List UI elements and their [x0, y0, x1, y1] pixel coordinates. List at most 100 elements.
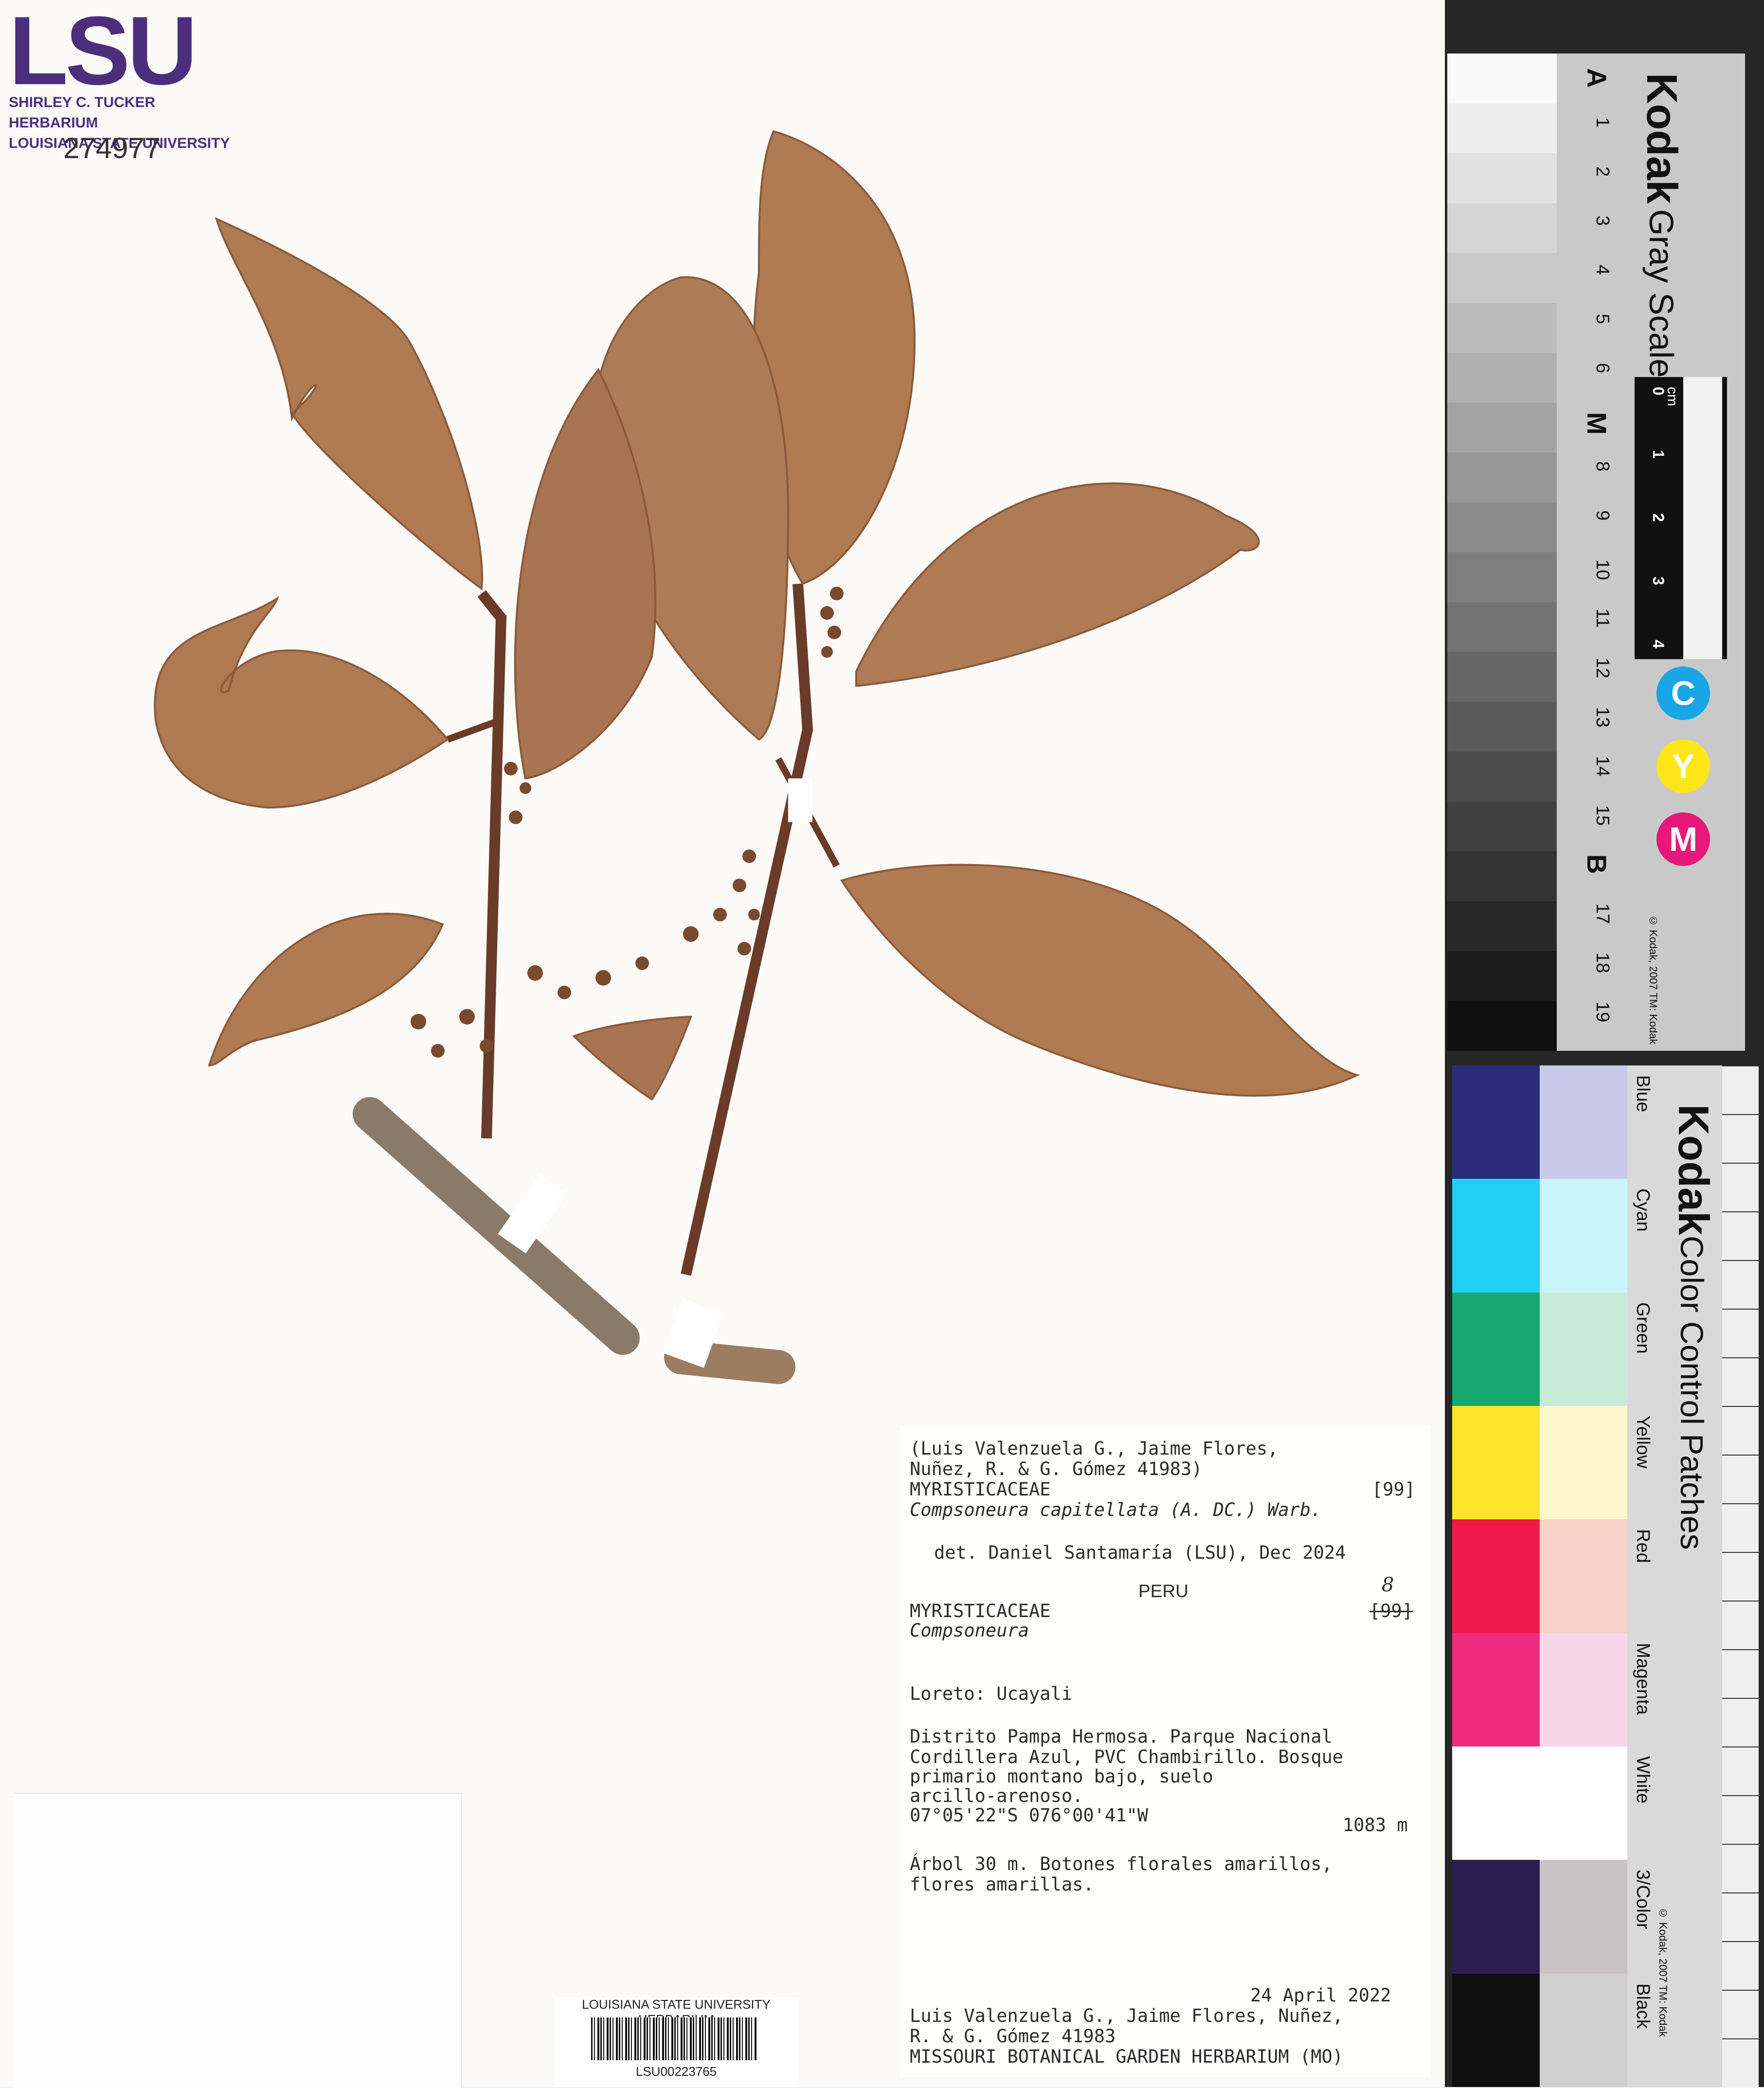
color-patch-label: Magenta	[1633, 1642, 1653, 1715]
cmy-targets: CYM	[1656, 666, 1715, 900]
color-patch-dark	[1452, 1519, 1540, 1633]
gray-step-label: 3	[1592, 216, 1613, 226]
ruler-tick-label: 0	[1650, 387, 1667, 396]
color-patches	[1452, 1065, 1627, 2087]
color-card-ruler	[1722, 1065, 1759, 2087]
gray-step	[1447, 652, 1557, 702]
family-code: [99]	[1369, 1601, 1413, 1621]
fragment-packet	[14, 1793, 462, 2088]
locality-line-1: Distrito Pampa Hermosa. Parque Nacional	[910, 1726, 1332, 1747]
elevation: 1083 m	[1343, 1815, 1408, 1836]
source-herbarium: MISSOURI BOTANICAL GARDEN HERBARIUM (MO)	[910, 2046, 1344, 2067]
color-patch-dark	[1452, 1860, 1540, 1974]
color-card-brand: Kodak	[1670, 1104, 1718, 1235]
color-card-title: Color Control Patches	[1674, 1236, 1710, 1550]
cmy-target-c: C	[1656, 666, 1710, 720]
color-patch-light	[1540, 1519, 1627, 1633]
gray-step	[1447, 502, 1557, 552]
gray-step-label: M	[1582, 412, 1612, 435]
gray-step	[1447, 402, 1557, 452]
gray-step-label: 9	[1592, 510, 1613, 521]
gray-step	[1447, 951, 1557, 1001]
annotation-family-code: [99]	[1372, 1479, 1416, 1500]
family-code-annotation: 8	[1382, 1574, 1394, 1596]
annotation-collectors-line-2: Nuñez, R. & G. Gómez 41983)	[910, 1458, 1203, 1479]
gray-scale-steps	[1447, 54, 1557, 1051]
color-patch-dark	[1452, 1746, 1540, 1860]
specimen-label: (Luis Valenzuela G., Jaime Flores, Nuñez…	[900, 1425, 1430, 2077]
ruler-ticks: 0 1 2 3 4	[1650, 377, 1722, 659]
color-patch-light	[1540, 1406, 1627, 1520]
gray-step-label: 18	[1592, 953, 1613, 973]
barcode-number: LSU00223765	[635, 2064, 717, 2079]
color-patch-light	[1540, 1973, 1627, 2087]
gray-step	[1447, 801, 1557, 851]
color-patch-label: White	[1633, 1756, 1653, 1804]
color-patch-label: Yellow	[1633, 1416, 1653, 1469]
cmy-target-m: M	[1656, 812, 1710, 866]
color-patch-label: 3/Color	[1633, 1870, 1653, 1929]
gray-card-brand: Kodak	[1638, 73, 1686, 204]
color-control-card: Blue Cyan Green Yellow Red Magenta White 3/Colo…	[1452, 1065, 1759, 2087]
gray-card-title: Gray Scale	[1642, 209, 1680, 378]
gray-step	[1447, 54, 1557, 104]
gray-step	[1447, 602, 1557, 652]
gray-step-label: 4	[1592, 265, 1613, 275]
determiner: det. Daniel Santamaría (LSU), Dec 2024	[934, 1542, 1346, 1563]
coordinates: 07°05'22"S 076°00'41"W	[910, 1805, 1149, 1826]
annotation-taxon: Compsoneura capitellata (A. DC.) Warb.	[910, 1499, 1322, 1520]
color-patch-label: Cyan	[1633, 1188, 1653, 1232]
gray-step	[1447, 303, 1557, 353]
cmy-target-y: Y	[1656, 739, 1710, 793]
gray-step-label: A	[1582, 68, 1612, 88]
gray-step	[1447, 203, 1557, 253]
gray-step-label: 17	[1592, 903, 1613, 924]
color-patch-light	[1540, 1860, 1627, 1974]
color-patch-label: Black	[1633, 1983, 1653, 2029]
ruler-tick-label: 4	[1650, 640, 1667, 648]
collection-date: 24 April 2022	[1250, 1985, 1391, 2006]
gray-scale-labels: A 1 2 3 4 5 6 M 8 9 10 11 12 13 14 15 B 17 18 19	[1579, 68, 1613, 1051]
ruler-tick-label: 1	[1650, 450, 1667, 459]
color-patch-dark	[1452, 1633, 1540, 1746]
annotation-collectors-line-1: (Luis Valenzuela G., Jaime Flores,	[910, 1438, 1278, 1459]
color-patch-dark	[1452, 1292, 1540, 1406]
gray-step-label: 11	[1592, 609, 1613, 628]
gray-step	[1447, 353, 1557, 403]
color-patch-light	[1540, 1633, 1627, 1746]
region: Loreto: Ucayali	[910, 1683, 1073, 1704]
gray-step-label: 2	[1592, 166, 1613, 177]
color-patch-dark	[1452, 1065, 1540, 1179]
gray-step-label: 10	[1592, 559, 1613, 580]
color-patch-dark	[1452, 1406, 1540, 1520]
gray-step	[1447, 851, 1557, 901]
gray-step-label: B	[1582, 854, 1612, 874]
gray-step-label: 13	[1592, 707, 1613, 728]
gray-step-label: 1	[1592, 117, 1613, 128]
gray-step	[1447, 1001, 1557, 1051]
barcode-label: LOUISIANA STATE UNIVERSITY HERBARIUM LSU…	[555, 1997, 798, 2087]
collectors-line-1: Luis Valenzuela G., Jaime Flores, Nuñez,	[910, 2005, 1344, 2026]
family: MYRISTICACEAE	[910, 1601, 1051, 1621]
gray-step	[1447, 452, 1557, 503]
barcode-bars	[591, 2017, 756, 2060]
locality-line-2: Cordillera Azul, PVC Chambirillo. Bosque	[910, 1746, 1344, 1767]
gray-step	[1447, 702, 1557, 752]
color-card-copyright: © Kodak, 2007 TM: Kodak	[1657, 1907, 1669, 2037]
gray-step-label: 15	[1592, 805, 1613, 826]
gray-card-copyright: © Kodak, 2007 TM: Kodak	[1647, 915, 1659, 1044]
color-patch-dark	[1452, 1179, 1540, 1293]
color-patch-light	[1540, 1292, 1627, 1406]
gray-step-label: 14	[1592, 756, 1613, 777]
gray-step-label: 8	[1592, 461, 1613, 472]
gray-step	[1447, 253, 1557, 303]
gray-step-label: 6	[1592, 363, 1613, 374]
plant-specimen-image	[154, 130, 1360, 1384]
collectors-line-2: R. & G. Gómez 41983	[910, 2026, 1116, 2047]
gray-step	[1447, 103, 1557, 153]
genus: Compsoneura	[910, 1620, 1029, 1641]
gray-scale-card: A 1 2 3 4 5 6 M 8 9 10 11 12 13 14 15 B 17 18 19 Kodak Gray…	[1447, 54, 1745, 1051]
color-patch-label: Green	[1633, 1302, 1653, 1354]
color-patch-label: Red	[1633, 1529, 1653, 1564]
color-patch-light	[1540, 1065, 1627, 1179]
